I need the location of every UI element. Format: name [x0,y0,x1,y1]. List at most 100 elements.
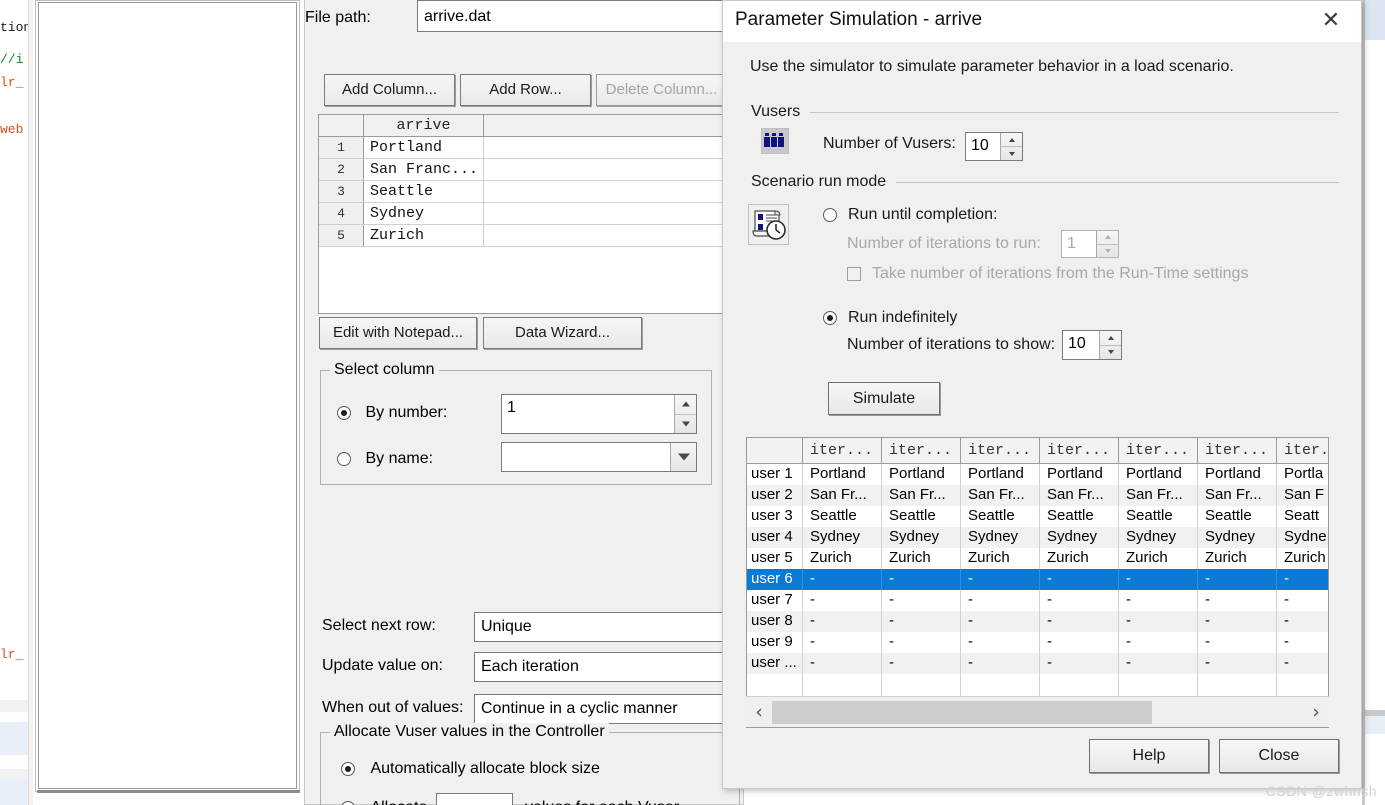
number-of-vusers-value[interactable]: 10 [966,133,1000,160]
results-cell[interactable]: - [1277,632,1328,653]
run-indefinitely-radio[interactable] [823,311,837,325]
results-column-header[interactable]: iter... [1198,438,1277,463]
results-cell[interactable]: - [961,632,1040,653]
results-cell[interactable]: - [1119,653,1198,674]
results-column-header[interactable]: iter... [1040,438,1119,463]
table-row[interactable]: user 9 - - - - - - - [747,632,1328,653]
table-row[interactable]: 1 Portland [319,137,747,159]
results-cell[interactable]: Portland [1040,464,1119,485]
results-cell[interactable]: Portland [803,464,882,485]
iterations-to-run-spinner-arrows[interactable] [1096,231,1118,257]
update-value-on-combobox[interactable]: Each iteration [474,652,744,682]
add-column-button[interactable]: Add Column... [324,74,455,106]
run-indefinitely-radio-row[interactable]: Run indefinitely [823,309,957,327]
results-cell[interactable]: Seattle [1198,506,1277,527]
results-cell[interactable]: - [803,569,882,590]
iterations-to-show-value[interactable]: 10 [1063,331,1099,359]
scrollbar-thumb[interactable] [772,700,1152,724]
results-cell[interactable]: Seattle [1119,506,1198,527]
results-cell[interactable]: - [961,590,1040,611]
results-cell[interactable]: - [961,611,1040,632]
results-cell[interactable]: - [1119,569,1198,590]
results-cell[interactable]: - [882,632,961,653]
when-out-of-values-combobox[interactable]: Continue in a cyclic manner [474,694,744,724]
scroll-left-icon[interactable]: ‹ [746,701,772,723]
table-row[interactable]: user 7 - - - - - - - [747,590,1328,611]
results-cell[interactable]: San Fr... [961,485,1040,506]
results-cell[interactable]: - [961,653,1040,674]
row-value[interactable]: Portland [364,137,484,158]
results-cell[interactable]: Portland [961,464,1040,485]
results-cell[interactable]: Zurich [803,548,882,569]
select-next-row-combobox[interactable]: Unique [474,612,744,642]
spinner-up-icon[interactable] [1001,133,1022,147]
table-row[interactable]: 5 Zurich [319,225,747,247]
iterations-to-show-spinner[interactable]: 10 [1062,330,1122,360]
delete-column-button[interactable]: Delete Column... [596,74,727,106]
manual-allocate-radio-row[interactable]: Allocate [341,799,427,805]
results-cell[interactable]: Sydne [1277,527,1328,548]
document-window[interactable] [35,0,300,792]
results-cell[interactable]: - [1119,611,1198,632]
results-cell[interactable]: - [1119,590,1198,611]
iterations-to-run-value[interactable]: 1 [1062,231,1096,257]
results-cell[interactable]: - [803,632,882,653]
table-row[interactable]: 3 Seattle [319,181,747,203]
table-row-selected[interactable]: user 6 - - - - - - - [747,569,1328,590]
simulation-results-grid[interactable]: iter... iter... iter... iter... iter... … [746,437,1329,728]
results-cell[interactable]: - [1277,611,1328,632]
by-number-radio-row[interactable]: By number: [337,404,447,422]
by-name-combobox[interactable] [501,442,697,472]
spinner-up-icon[interactable] [1100,331,1121,346]
table-row[interactable]: user 3 Seattle Seattle Seattle Seattle S… [747,506,1328,527]
scroll-right-icon[interactable]: › [1303,701,1329,723]
results-cell[interactable]: San F [1277,485,1328,506]
table-row[interactable]: user 5 Zurich Zurich Zurich Zurich Zuric… [747,548,1328,569]
results-cell[interactable]: - [1119,632,1198,653]
results-cell[interactable]: - [1198,653,1277,674]
results-cell[interactable]: - [882,611,961,632]
results-cell[interactable]: - [803,653,882,674]
results-cell[interactable]: - [1198,569,1277,590]
results-cell[interactable]: Zurich [1198,548,1277,569]
data-grid-column-header-empty[interactable] [484,115,724,136]
table-row[interactable]: user 2 San Fr... San Fr... San Fr... San… [747,485,1328,506]
results-cell[interactable]: Portland [1119,464,1198,485]
by-number-spinner[interactable]: 1 [501,394,697,434]
auto-allocate-radio[interactable] [341,761,355,776]
results-cell[interactable]: - [1040,611,1119,632]
data-grid-column-header[interactable]: arrive [364,115,484,136]
row-value-empty[interactable] [484,159,724,180]
help-button[interactable]: Help [1089,739,1209,773]
results-cell[interactable]: - [803,590,882,611]
results-cell[interactable]: - [1277,569,1328,590]
results-cell[interactable]: - [882,590,961,611]
add-row-button[interactable]: Add Row... [460,74,591,106]
by-name-radio[interactable] [337,451,351,466]
results-cell[interactable]: Zurich [1119,548,1198,569]
results-cell[interactable]: Sydney [1040,527,1119,548]
results-horizontal-scrollbar[interactable]: ‹ › [746,696,1329,727]
by-name-value[interactable] [502,443,670,471]
results-cell[interactable]: Seattle [1040,506,1119,527]
results-column-header[interactable]: iter. [1277,438,1328,463]
edit-with-notepad-button[interactable]: Edit with Notepad... [319,317,477,349]
parameter-data-grid[interactable]: arrive 1 Portland 2 San Franc... 3 Seatt… [318,114,748,314]
run-until-completion-radio[interactable] [823,208,837,222]
results-cell[interactable]: Sydney [1198,527,1277,548]
table-row[interactable]: user 8 - - - - - - - [747,611,1328,632]
table-row[interactable]: user ... - - - - - - - [747,653,1328,674]
data-wizard-button[interactable]: Data Wizard... [483,317,642,349]
row-value[interactable]: Zurich [364,225,484,246]
results-cell[interactable]: Portland [1198,464,1277,485]
results-cell[interactable]: - [1198,632,1277,653]
run-until-completion-radio-row[interactable]: Run until completion: [823,206,997,224]
manual-allocate-radio[interactable] [341,800,355,805]
results-cell[interactable]: - [1198,590,1277,611]
results-cell[interactable]: - [1198,611,1277,632]
results-cell[interactable]: Sydney [1119,527,1198,548]
results-cell[interactable]: Zurich [961,548,1040,569]
by-number-radio[interactable] [337,405,351,420]
results-cell[interactable]: - [1040,632,1119,653]
chevron-down-icon[interactable] [670,443,696,471]
